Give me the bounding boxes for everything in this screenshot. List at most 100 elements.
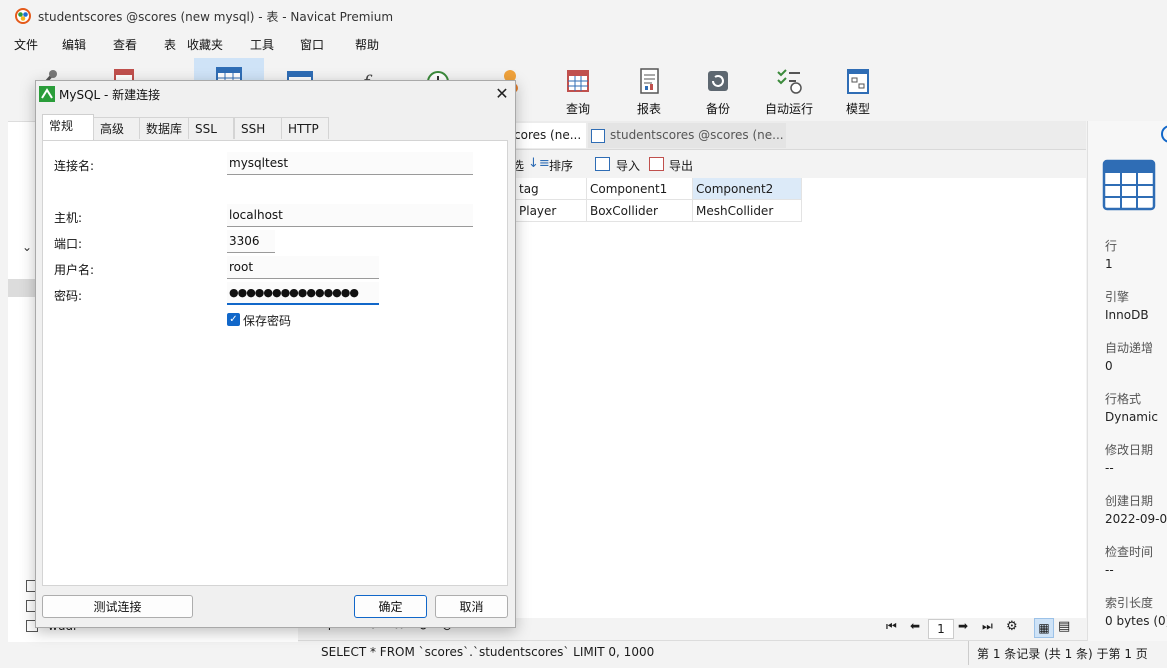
test-connection-button[interactable]: 测试连接 [42, 595, 193, 618]
menu-file[interactable]: 文件 [14, 36, 38, 53]
title-bar: studentscores @scores (new mysql) - 表 - … [0, 0, 1167, 32]
form-view-icon[interactable]: ▤ [1058, 619, 1070, 634]
backup-icon [708, 71, 728, 91]
prop-value: InnoDB [1105, 308, 1149, 322]
import-button[interactable]: 导入 [616, 157, 640, 174]
window-title: studentscores @scores (new mysql) - 表 - … [38, 10, 394, 24]
host-input[interactable] [227, 204, 473, 227]
query-icon [567, 70, 589, 92]
prop-label: 自动递增 [1105, 341, 1154, 355]
column-header-tag[interactable]: tag [516, 178, 587, 200]
port-input[interactable] [227, 230, 275, 253]
cancel-button[interactable]: 取消 [435, 595, 508, 618]
toolbar-backup-button[interactable]: 备份 [686, 62, 750, 118]
prop-value: -- [1105, 563, 1114, 577]
export-button[interactable]: 导出 [669, 157, 693, 174]
object-info-panel: 行 1 引擎 InnoDB 自动递增 0 行格式 Dynamic 修改日期 --… [1087, 121, 1167, 641]
toolbar-query-label: 查询 [565, 102, 590, 116]
model-icon [847, 69, 869, 94]
menu-edit[interactable]: 编辑 [62, 36, 86, 53]
general-settings-panel: 连接名: 主机: 端口: 用户名: 密码: ✓ 保存密码 [42, 140, 508, 586]
menu-bar: 文件 编辑 查看 表 收藏夹 工具 窗口 帮助 [0, 32, 1167, 56]
prop-value: 1 [1105, 257, 1113, 271]
menu-help[interactable]: 帮助 [355, 36, 379, 53]
table-cell[interactable]: Player [516, 200, 587, 222]
prev-page-icon[interactable]: ⬅ [910, 619, 920, 633]
password-input[interactable] [227, 282, 379, 305]
mysql-connection-icon [39, 86, 55, 102]
info-tab-icon[interactable] [1161, 125, 1167, 143]
table-cell[interactable]: MeshCollider [693, 200, 802, 222]
tab-ssh[interactable]: SSH [234, 117, 282, 139]
import-icon [595, 157, 610, 171]
ok-button[interactable]: 确定 [354, 595, 427, 618]
export-icon [649, 157, 664, 171]
new-connection-dialog: MySQL - 新建连接 ✕ 常规 高级 数据库 SSL SSH HTTP 连接… [35, 80, 516, 628]
first-page-icon[interactable]: ⏮ [886, 619, 897, 634]
save-password-checkbox[interactable]: ✓ [227, 313, 240, 326]
toolbar-model-button[interactable]: 模型 [826, 62, 890, 118]
table-cell[interactable]: BoxCollider [587, 200, 693, 222]
tab-ssl[interactable]: SSL [188, 117, 234, 139]
prop-value: Dynamic [1105, 410, 1158, 424]
column-header-component2[interactable]: Component2 [693, 178, 802, 200]
menu-favorites[interactable]: 收藏夹 [187, 36, 223, 53]
prop-value: 0 bytes (0) [1105, 614, 1167, 628]
last-page-icon[interactable]: ⏭ [982, 619, 993, 634]
next-page-icon[interactable]: ➡ [958, 619, 968, 633]
username-input[interactable] [227, 256, 379, 279]
status-records: 第 1 条记录 (共 1 条) 于第 1 页 [977, 647, 1148, 661]
navicat-logo-icon [15, 8, 31, 24]
prop-label: 引擎 [1105, 290, 1130, 304]
prop-label: 行格式 [1105, 392, 1142, 406]
toolbar-report-button[interactable]: 报表 [617, 62, 681, 118]
page-number-input[interactable]: 1 [928, 619, 954, 639]
prop-label: 检查时间 [1105, 545, 1154, 559]
status-sql: SELECT * FROM `scores`.`studentscores` L… [321, 645, 655, 659]
tab-advanced[interactable]: 高级 [93, 117, 140, 139]
prop-value: 2022-09-03 [1105, 512, 1167, 526]
menu-tools[interactable]: 工具 [250, 36, 274, 53]
prop-label: 修改日期 [1105, 443, 1154, 457]
dialog-title: MySQL - 新建连接 [59, 88, 161, 102]
tab-studentscores-label: studentscores @scores (ne... [610, 128, 784, 142]
menu-view[interactable]: 查看 [113, 36, 137, 53]
tab-studentscores[interactable]: studentscores @scores (ne... [588, 123, 786, 148]
table-large-icon [1102, 159, 1156, 211]
report-icon [640, 68, 659, 94]
prop-label: 行 [1105, 239, 1118, 253]
status-divider [968, 641, 969, 665]
port-label: 端口: [54, 237, 83, 251]
settings-gear-icon[interactable]: ⚙ [1006, 619, 1018, 634]
toolbar-backup-label: 备份 [705, 102, 730, 116]
grid-view-icon[interactable]: ▦ [1034, 618, 1054, 638]
toolbar-report-label: 报表 [636, 102, 661, 116]
connection-name-input[interactable] [227, 152, 473, 175]
connection-name-label: 连接名: [54, 159, 95, 173]
tree-collapse-chevron-icon[interactable]: ⌄ [22, 240, 32, 254]
automation-icon [777, 69, 802, 94]
column-header-component1[interactable]: Component1 [587, 178, 693, 200]
toolbar-automation-label: 自动运行 [764, 102, 813, 116]
toolbar-model-label: 模型 [845, 102, 870, 116]
tab-http[interactable]: HTTP [281, 117, 329, 139]
prop-value: 0 [1105, 359, 1113, 373]
prop-label: 创建日期 [1105, 494, 1154, 508]
host-label: 主机: [54, 211, 83, 225]
sort-button[interactable]: 排序 [549, 157, 573, 174]
password-label: 密码: [54, 289, 83, 303]
menu-table[interactable]: 表 [164, 36, 176, 53]
table-tab-icon [591, 129, 605, 143]
username-label: 用户名: [54, 263, 95, 277]
status-bar: SELECT * FROM `scores`.`studentscores` L… [298, 640, 1167, 665]
save-password-label: 保存密码 [243, 314, 292, 328]
prop-label: 索引长度 [1105, 596, 1154, 610]
toolbar-automation-button[interactable]: 自动运行 [757, 62, 821, 118]
sort-icon: ↓≡ [528, 156, 550, 171]
menu-window[interactable]: 窗口 [300, 36, 324, 53]
prop-value: -- [1105, 461, 1114, 475]
tab-databases[interactable]: 数据库 [139, 117, 189, 139]
tab-general[interactable]: 常规 [42, 114, 94, 140]
close-icon[interactable]: ✕ [491, 83, 513, 105]
toolbar-query-button[interactable]: 查询 [546, 62, 610, 118]
